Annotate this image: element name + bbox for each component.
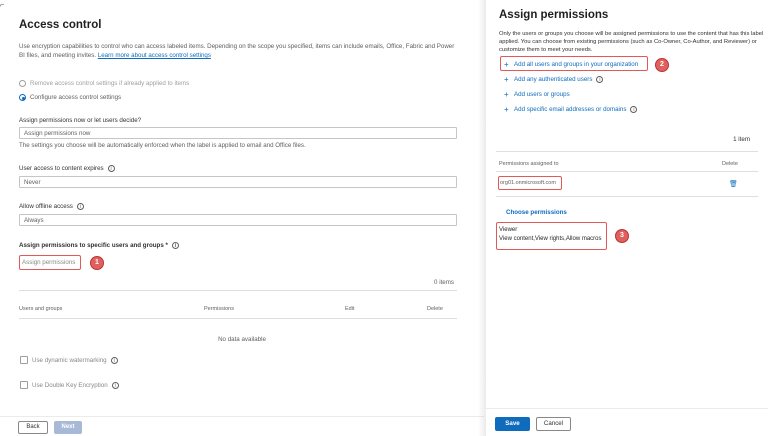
- offline-label-text: Allow offline access: [19, 203, 73, 210]
- add-authenticated-users-button[interactable]: + Add any authenticated users i: [504, 75, 604, 84]
- role-name: Viewer: [499, 227, 518, 233]
- panel-shadow: [478, 0, 486, 436]
- add-email-domains-button[interactable]: + Add specific email addresses or domain…: [504, 105, 638, 114]
- radio-configure-settings[interactable]: Configure access control settings: [19, 94, 121, 101]
- plus-icon: +: [504, 75, 509, 84]
- col-assigned-to: Permissions assigned to: [499, 161, 559, 167]
- callout-badge-3: 3: [615, 229, 629, 243]
- save-button[interactable]: Save: [495, 417, 530, 431]
- radio-circle-icon: [19, 80, 26, 87]
- double-key-checkbox[interactable]: Use Double Key Encryption i: [20, 381, 119, 389]
- plus-icon: +: [504, 105, 509, 114]
- role-permissions: View content,View rights,Allow macros: [499, 236, 602, 242]
- col-users-groups: Users and groups: [19, 306, 63, 312]
- wizard-footer: Back Next: [0, 416, 484, 436]
- panel-title: Assign permissions: [499, 9, 609, 21]
- no-data-text: No data available: [218, 336, 266, 343]
- info-icon[interactable]: i: [630, 106, 638, 113]
- panel-table-divider: [496, 151, 758, 152]
- offline-dropdown[interactable]: Always: [19, 214, 457, 226]
- specific-users-label: Assign permissions to specific users and…: [19, 242, 179, 249]
- next-button[interactable]: Next: [54, 421, 82, 434]
- info-icon[interactable]: i: [596, 76, 604, 83]
- dynamic-watermark-label: Use dynamic watermarking: [32, 356, 107, 364]
- double-key-label: Use Double Key Encryption: [32, 381, 108, 389]
- checkbox-icon: [20, 356, 28, 364]
- permission-role-box: Viewer View content,View rights,Allow ma…: [496, 222, 607, 250]
- expires-label-text: User access to content expires: [19, 165, 104, 172]
- assign-permissions-link[interactable]: Assign permissions: [19, 255, 81, 270]
- assign-now-label-text: Assign permissions now or let users deci…: [19, 117, 142, 124]
- table-header-divider: [19, 318, 457, 319]
- info-icon[interactable]: i: [111, 381, 119, 389]
- add-all-users-label: Add all users and groups in your organiz…: [514, 61, 639, 68]
- cancel-button[interactable]: Cancel: [536, 417, 571, 431]
- col-delete: Delete: [427, 306, 443, 312]
- info-icon[interactable]: i: [76, 203, 84, 210]
- add-all-users-button[interactable]: + Add all users and groups in your organ…: [504, 60, 638, 69]
- dynamic-watermark-checkbox[interactable]: Use dynamic watermarking i: [20, 356, 118, 364]
- assign-now-dropdown[interactable]: Assign permissions now: [19, 127, 457, 139]
- checkbox-icon: [20, 381, 28, 389]
- plus-icon: +: [504, 90, 509, 99]
- panel-table-header-divider: [496, 171, 758, 172]
- col-delete: Delete: [722, 161, 738, 167]
- expires-label: User access to content expires i: [19, 165, 115, 172]
- radio-remove-settings[interactable]: Remove access control settings if alread…: [19, 80, 189, 87]
- callout-badge-1: 1: [90, 256, 104, 270]
- info-icon[interactable]: i: [110, 356, 118, 364]
- add-email-domains-label: Add specific email addresses or domains: [514, 106, 627, 113]
- panel-description: Only the users or groups you choose will…: [499, 31, 764, 53]
- assigned-count: 1 item: [733, 136, 750, 143]
- assign-now-helper: The settings you choose will be automati…: [19, 142, 306, 149]
- add-users-groups-label: Add users or groups: [514, 91, 570, 98]
- add-users-groups-button[interactable]: + Add users or groups: [504, 90, 570, 99]
- radio-configure-label: Configure access control settings: [30, 94, 122, 101]
- expires-dropdown[interactable]: Never: [19, 176, 457, 188]
- assign-now-label: Assign permissions now or let users deci…: [19, 117, 141, 124]
- intro-text: Use encryption capabilities to control w…: [19, 42, 459, 60]
- cursor-icon: ⌐: [0, 2, 5, 9]
- trash-icon[interactable]: 🗑: [729, 180, 738, 188]
- panel-footer: Save Cancel: [486, 408, 768, 436]
- col-permissions: Permissions: [204, 306, 234, 312]
- radio-remove-label: Remove access control settings if alread…: [30, 80, 190, 87]
- offline-label: Allow offline access i: [19, 203, 84, 210]
- add-authenticated-users-label: Add any authenticated users: [514, 76, 593, 83]
- panel-row-divider: [496, 196, 758, 197]
- learn-more-link[interactable]: Learn more about access control settings: [98, 52, 211, 59]
- choose-permissions-link[interactable]: Choose permissions: [506, 209, 567, 216]
- assign-permissions-panel: Assign permissions Only the users or gro…: [486, 0, 768, 436]
- callout-badge-2: 2: [655, 58, 669, 72]
- page-title: Access control: [19, 19, 102, 31]
- access-control-page: ⌐ Access control Use encryption capabili…: [0, 0, 484, 436]
- intro-body: Use encryption capabilities to control w…: [19, 43, 455, 59]
- back-button[interactable]: Back: [18, 421, 48, 434]
- info-icon[interactable]: i: [107, 165, 115, 172]
- items-count: 0 items: [434, 279, 454, 286]
- assignee-email: org01.onmicrosoft.com: [498, 176, 562, 190]
- radio-selected-icon: [19, 94, 26, 101]
- plus-icon: +: [504, 60, 509, 69]
- col-edit: Edit: [345, 306, 355, 312]
- table-divider: [19, 290, 457, 291]
- info-icon[interactable]: i: [171, 242, 179, 249]
- specific-users-label-text: Assign permissions to specific users and…: [19, 242, 168, 249]
